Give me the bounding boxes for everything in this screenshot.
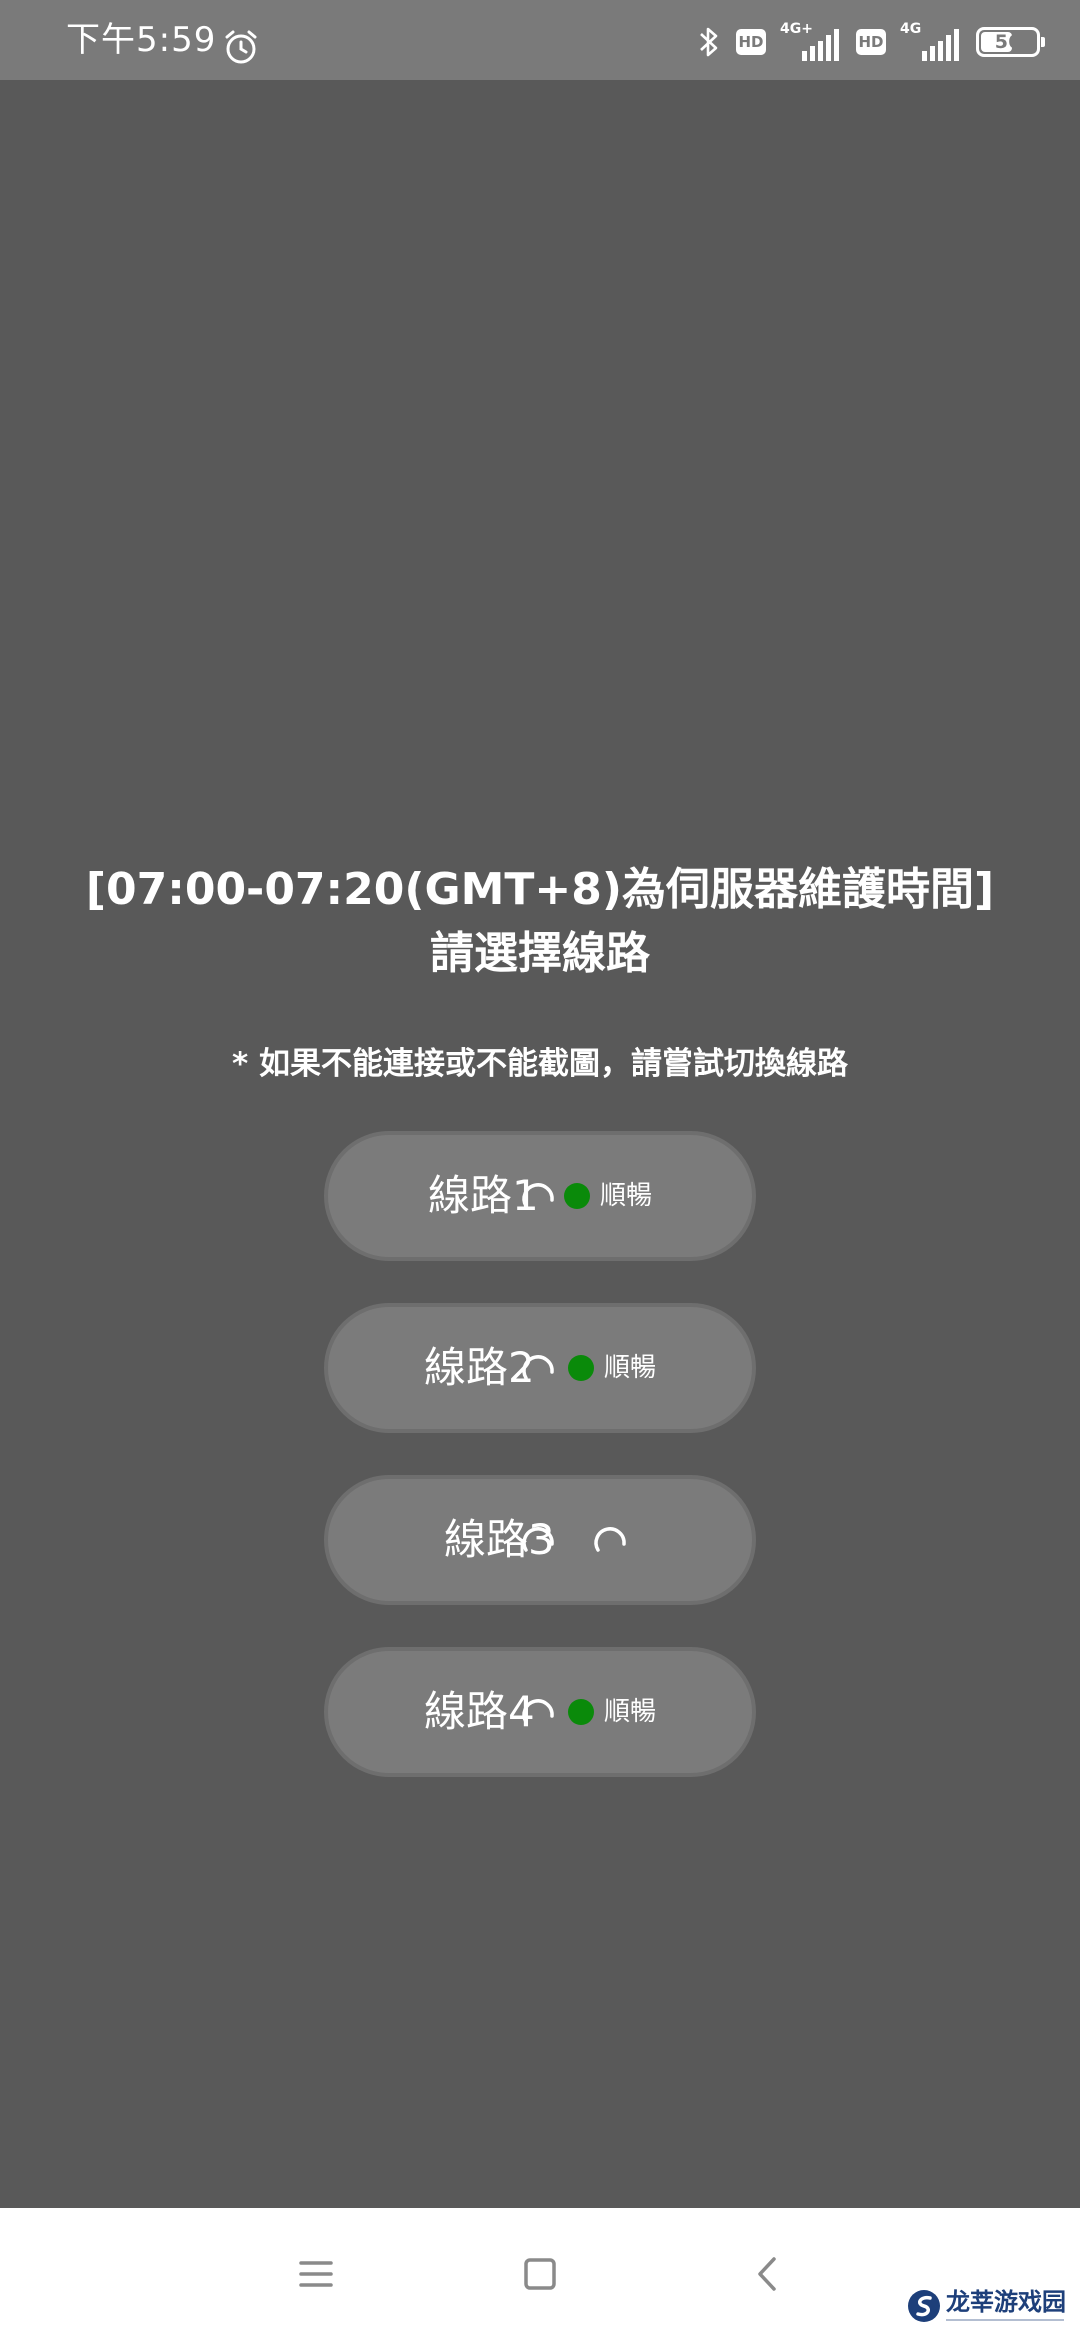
status-dot-green bbox=[568, 1355, 594, 1381]
signal-sim1: 4G+ bbox=[780, 21, 842, 61]
status-icons: HD 4G+ HD 4G 56 bbox=[696, 21, 1045, 62]
line-1-button[interactable]: 線路1 順暢 bbox=[324, 1131, 756, 1261]
status-dot-green bbox=[568, 1699, 594, 1725]
line-4-button[interactable]: 線路4 順暢 bbox=[324, 1647, 756, 1777]
bluetooth-icon bbox=[700, 27, 718, 57]
watermark-logo-icon bbox=[908, 2290, 940, 2322]
battery-cap bbox=[1041, 37, 1045, 47]
watermark-underline bbox=[946, 2319, 1064, 2321]
loading-spinner-icon bbox=[594, 1527, 626, 1552]
status-dot-green bbox=[564, 1183, 590, 1209]
navigation-bar: 龙莘游戏园 bbox=[0, 2208, 1080, 2340]
menu-icon[interactable] bbox=[294, 2252, 338, 2296]
alarm-clock-icon bbox=[225, 30, 257, 64]
maintenance-notice: [07:00-07:20(GMT+8)為伺服器維護時間] bbox=[85, 864, 995, 915]
signal-bars-icon bbox=[922, 29, 959, 61]
signal-sim2: 4G bbox=[900, 21, 962, 61]
back-chevron-icon[interactable] bbox=[746, 2252, 790, 2296]
loading-spinner-icon bbox=[522, 1355, 554, 1380]
page-title: 請選擇線路 bbox=[430, 928, 650, 979]
switch-line-hint: * 如果不能連接或不能截圖，請嘗試切換線路 bbox=[231, 1046, 848, 1082]
hd-badge-sim1: HD bbox=[736, 29, 766, 55]
status-bar: 下午5:59 HD 4G+ HD 4G 56 bbox=[0, 0, 1080, 80]
hd-badge-sim2: HD bbox=[856, 29, 886, 55]
battery-icon: 56 bbox=[976, 27, 1045, 57]
watermark: 龙莘游戏园 bbox=[906, 2284, 1066, 2330]
line-3-button[interactable]: 線路3 bbox=[324, 1475, 756, 1605]
home-square-icon[interactable] bbox=[518, 2252, 562, 2296]
watermark-text: 龙莘游戏园 bbox=[946, 2288, 1066, 2316]
battery-level: 56 bbox=[994, 31, 1022, 53]
status-time: 下午5:59 bbox=[66, 20, 217, 60]
line-2-button[interactable]: 線路2 順暢 bbox=[324, 1303, 756, 1433]
loading-spinner-icon bbox=[522, 1527, 554, 1552]
line-status-text: 順暢 bbox=[604, 1697, 657, 1727]
loading-spinner-icon bbox=[522, 1699, 554, 1724]
line-status-text: 順暢 bbox=[600, 1181, 653, 1211]
line-status-text: 順暢 bbox=[604, 1353, 657, 1383]
loading-spinner-icon bbox=[522, 1183, 554, 1208]
signal-bars-icon bbox=[802, 29, 839, 61]
